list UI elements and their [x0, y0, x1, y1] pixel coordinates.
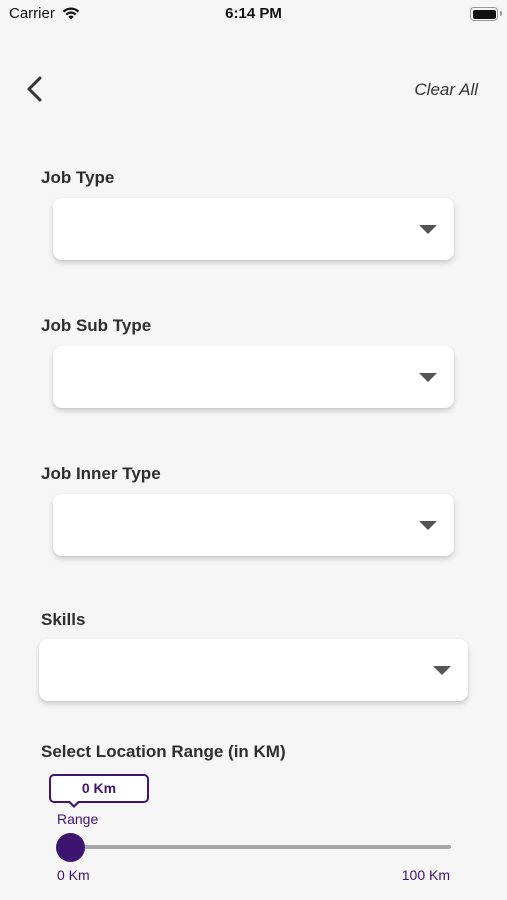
battery-icon	[470, 7, 502, 21]
slider-label: Range	[57, 811, 99, 827]
job-inner-type-label: Job Inner Type	[41, 464, 161, 483]
caret-down-icon	[419, 225, 437, 234]
job-inner-type-dropdown[interactable]	[53, 494, 454, 556]
job-sub-type-label: Job Sub Type	[41, 316, 152, 335]
location-range-title: Select Location Range (in KM)	[41, 742, 286, 761]
clear-all-button[interactable]: Clear All	[414, 80, 478, 100]
skills-dropdown[interactable]	[39, 639, 468, 701]
job-type-dropdown[interactable]	[53, 198, 454, 260]
chevron-left-icon	[27, 76, 42, 102]
range-slider-track[interactable]	[70, 845, 451, 849]
job-sub-type-dropdown[interactable]	[53, 346, 454, 408]
caret-down-icon	[419, 521, 437, 530]
skills-label: Skills	[41, 610, 86, 629]
caret-down-icon	[419, 373, 437, 382]
range-slider-thumb[interactable]	[56, 833, 85, 862]
caret-down-icon	[433, 666, 451, 675]
status-bar: Carrier 6:14 PM	[0, 0, 507, 30]
range-max-label: 100 Km	[401, 867, 450, 883]
range-value-tooltip: 0 Km	[49, 774, 149, 803]
status-time: 6:14 PM	[225, 5, 282, 22]
back-button[interactable]	[20, 70, 52, 106]
job-type-label: Job Type	[41, 168, 115, 187]
range-min-label: 0 Km	[57, 867, 90, 883]
